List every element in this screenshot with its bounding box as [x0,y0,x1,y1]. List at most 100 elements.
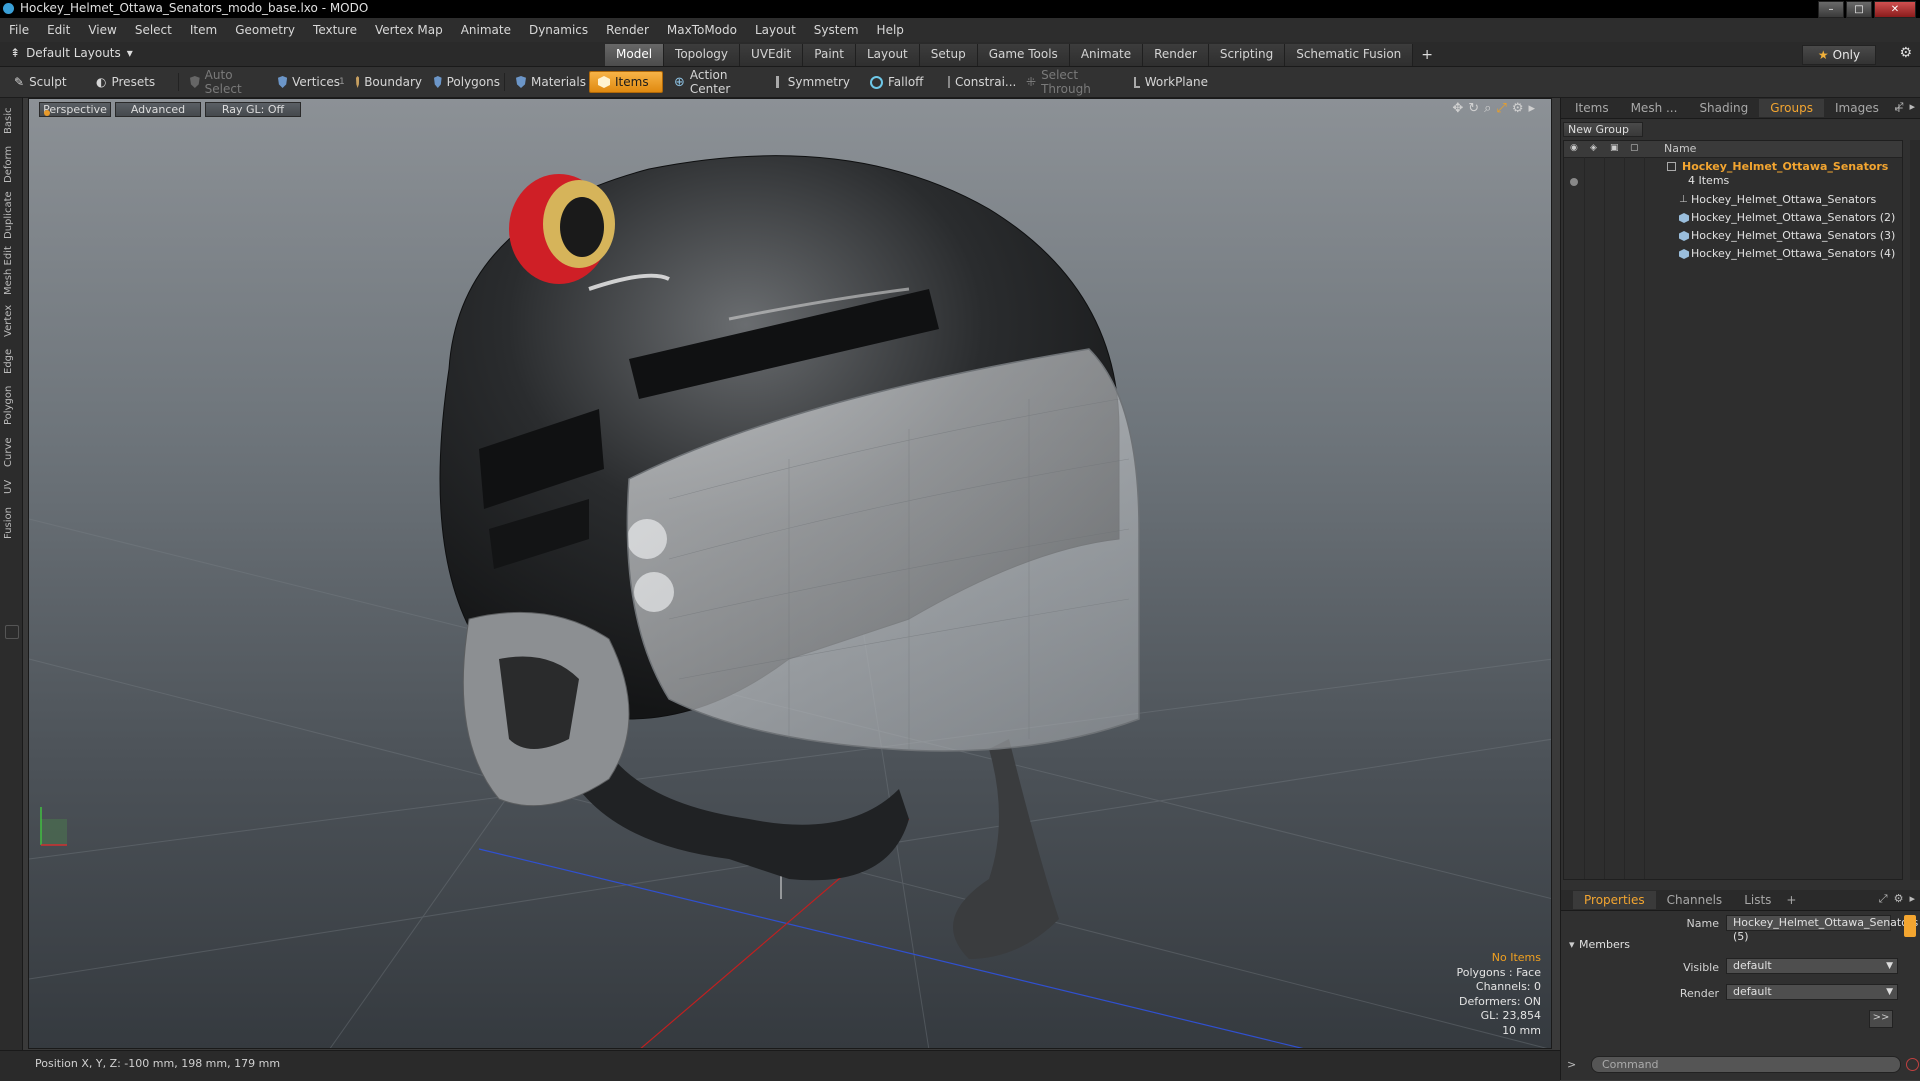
tab-groups[interactable]: Groups [1759,99,1824,117]
menu-select[interactable]: Select [126,23,181,37]
tab-schematic-fusion[interactable]: Schematic Fusion [1285,44,1414,66]
viewport-advanced-button[interactable]: Advanced [115,102,201,117]
visible-dropdown[interactable]: default ▼ [1726,958,1898,974]
vtab-curve[interactable]: Curve [3,434,19,470]
vertices-button[interactable]: Vertices [270,71,348,93]
list-item[interactable]: ⊥ Hockey_Helmet_Ottawa_Senators [1564,191,1902,209]
panel-arrow-icon[interactable]: ▸ [1909,100,1915,114]
action-center-button[interactable]: ⊕ Action Center [666,68,766,96]
menu-layout[interactable]: Layout [746,23,805,37]
add-props-tab-plus-icon[interactable]: + [1782,891,1800,909]
tab-topology[interactable]: Topology [664,44,741,66]
group-member-name: Hockey_Helmet_Ottawa_Senators (2) [1691,211,1896,224]
props-expand-icon[interactable]: ⤢ [1879,892,1888,906]
tab-animate[interactable]: Animate [1069,44,1144,66]
menu-maxtomodo[interactable]: MaxToModo [658,23,746,37]
vtab-polygon[interactable]: Polygon [3,382,19,428]
tab-images[interactable]: Images [1824,99,1890,117]
move-view-icon[interactable]: ✥ [1452,101,1463,116]
status-bar: Position X, Y, Z: -100 mm, 198 mm, 179 m… [0,1050,1560,1081]
props-gear-icon[interactable]: ⚙ [1894,892,1904,906]
symmetry-button[interactable]: Symmetry [768,71,858,93]
viewport-status-dot [44,110,50,116]
list-item[interactable]: Hockey_Helmet_Ottawa_Senators (3) [1564,227,1902,245]
add-tab-plus-icon[interactable]: + [1413,44,1441,66]
tab-paint[interactable]: Paint [803,44,856,66]
menu-vertex-map[interactable]: Vertex Map [366,23,452,37]
viewport-expand-icon[interactable]: ▸ [1528,101,1535,116]
menu-system[interactable]: System [805,23,868,37]
props-side-tab[interactable] [1904,915,1916,937]
fit-view-icon[interactable]: ⤢ [1496,101,1506,116]
gear-icon[interactable]: ⚙ [1899,45,1912,61]
boundary-button[interactable]: Boundary [348,71,430,93]
menu-dynamics[interactable]: Dynamics [520,23,597,37]
menu-render[interactable]: Render [597,23,658,37]
menu-file[interactable]: File [0,23,38,37]
falloff-button[interactable]: Falloff [862,71,942,93]
tab-properties[interactable]: Properties [1573,891,1656,909]
menu-help[interactable]: Help [868,23,913,37]
props-arrow-icon[interactable]: ▸ [1909,892,1915,906]
vtab-basic[interactable]: Basic [3,104,19,138]
rotate-view-icon[interactable]: ↻ [1468,101,1479,116]
menu-geometry[interactable]: Geometry [226,23,304,37]
materials-button[interactable]: Materials [508,71,594,93]
render-dropdown[interactable]: default ▼ [1726,984,1898,1000]
tab-render[interactable]: Render [1143,44,1209,66]
record-icon[interactable] [1906,1058,1919,1071]
tab-scripting[interactable]: Scripting [1208,44,1286,66]
viewport-settings-gear-icon[interactable]: ⚙ [1512,101,1524,116]
select-through-button[interactable]: ⁜ Select Through [1018,68,1126,96]
list-item[interactable]: Hockey_Helmet_Ottawa_Senators (2) [1564,209,1902,227]
tab-model[interactable]: Model [605,44,665,66]
menu-texture[interactable]: Texture [304,23,366,37]
only-toggle-button[interactable]: ★ Only [1802,45,1876,65]
eye-icon[interactable] [1570,178,1578,186]
vtab-vertex[interactable]: Vertex [3,302,19,340]
menu-edit[interactable]: Edit [38,23,79,37]
tab-channels[interactable]: Channels [1656,891,1734,909]
tab-items[interactable]: Items [1561,99,1620,117]
group-name-field[interactable]: Hockey_Helmet_Ottawa_Senators (5) [1726,915,1918,943]
default-layouts-dropdown[interactable]: ⇞ Default Layouts ▾ [10,46,133,60]
vtab-edge[interactable]: Edge [3,346,19,376]
groups-scrollbar[interactable] [1910,140,1920,880]
new-group-button[interactable]: New Group [1563,122,1643,137]
vtab-uv[interactable]: UV [3,476,19,498]
zoom-view-icon[interactable]: ⌕ [1484,101,1491,116]
members-collapse-icon[interactable]: ▾ [1569,938,1575,951]
presets-button[interactable]: ◐ Presets [88,71,170,93]
items-button[interactable]: Items [589,71,663,93]
close-button[interactable]: ✕ [1874,1,1916,18]
constraints-button[interactable]: Constrai... [940,71,1020,93]
vtab-deform[interactable]: Deform [3,144,19,184]
tab-setup[interactable]: Setup [919,44,978,66]
maximize-button[interactable]: □ [1846,1,1872,18]
sculpt-button[interactable]: ✎ Sculpt [6,71,86,93]
viewport-raygl-button[interactable]: Ray GL: Off [205,102,301,117]
vtab-duplicate[interactable]: Duplicate [3,190,19,240]
minimize-button[interactable]: – [1818,1,1844,18]
menu-view[interactable]: View [79,23,125,37]
vtab-mesh-edit[interactable]: Mesh Edit [3,246,19,296]
vtab-fusion[interactable]: Fusion [3,504,19,542]
polygons-button[interactable]: Polygons [426,71,508,93]
tab-shading[interactable]: Shading [1688,99,1759,117]
menu-item[interactable]: Item [181,23,226,37]
tab-game-tools[interactable]: Game Tools [977,44,1070,66]
panel-expand-icon[interactable]: ⤢ [1895,100,1904,114]
workplane-button[interactable]: WorkPlane [1126,71,1216,93]
3d-viewport[interactable]: Perspective Advanced Ray GL: Off ✥ ↻ ⌕ ⤢… [28,98,1552,1049]
toggle-panel-icon[interactable] [5,625,19,639]
list-item[interactable]: Hockey_Helmet_Ottawa_Senators (4) [1564,245,1902,263]
tab-layout[interactable]: Layout [855,44,920,66]
tab-uvedit[interactable]: UVEdit [740,44,804,66]
tab-lists[interactable]: Lists [1733,891,1782,909]
auto-select-button[interactable]: Auto Select [182,68,268,96]
viewport-perspective-button[interactable]: Perspective [39,102,111,117]
more-button[interactable]: >> [1869,1010,1893,1028]
menu-animate[interactable]: Animate [452,23,520,37]
tab-mesh[interactable]: Mesh ... [1620,99,1689,117]
command-input[interactable]: Command [1591,1056,1901,1073]
